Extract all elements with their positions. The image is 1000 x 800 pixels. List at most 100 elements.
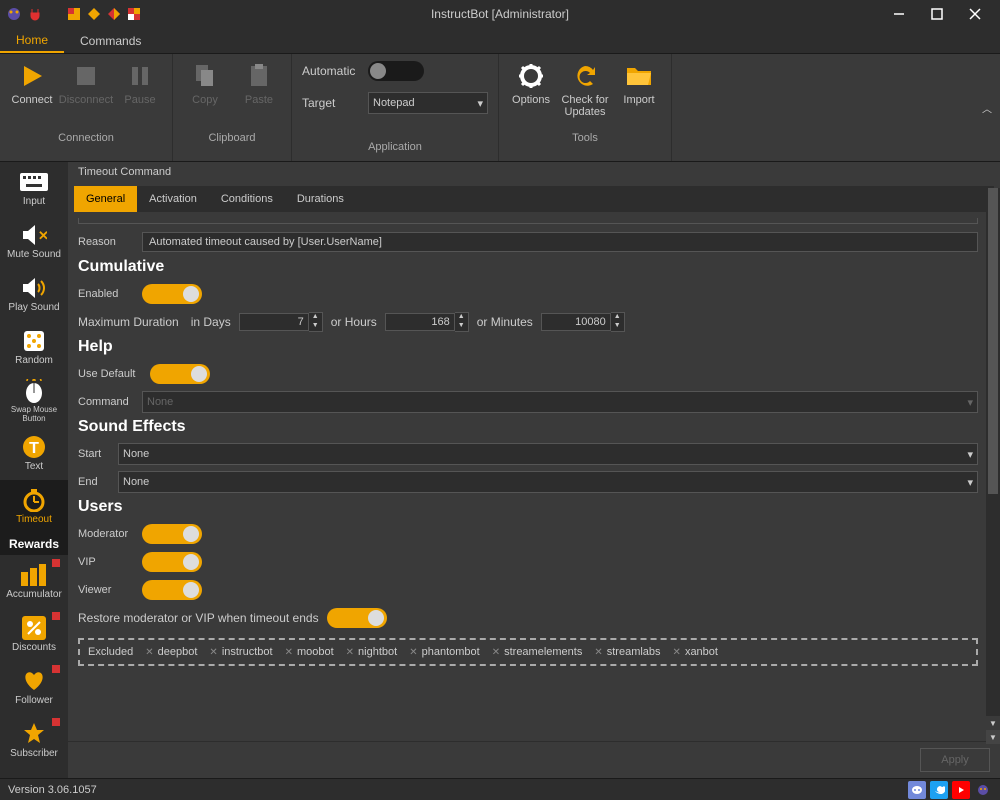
excluded-tag[interactable]: ✕deepbot: [145, 646, 197, 658]
badge-icon: [52, 718, 60, 726]
moderator-toggle[interactable]: [142, 524, 202, 544]
excluded-tag[interactable]: ✕moobot: [285, 646, 334, 658]
sidebar-item-swap-mouse[interactable]: Swap Mouse Button: [0, 374, 68, 427]
minutes-spinner[interactable]: ▲▼: [541, 312, 625, 332]
chevron-down-icon: ▾: [967, 476, 973, 489]
play-icon: [16, 60, 48, 92]
excluded-tag[interactable]: ✕streamlabs: [594, 646, 660, 658]
excluded-tag[interactable]: ✕xanbot: [673, 646, 718, 658]
end-label: End: [78, 476, 110, 488]
paste-icon: [243, 60, 275, 92]
stop-icon: [70, 60, 102, 92]
hours-spinner[interactable]: ▲▼: [385, 312, 469, 332]
discord-icon[interactable]: [908, 781, 926, 799]
end-select[interactable]: None▾: [118, 471, 978, 493]
minimize-button[interactable]: [880, 0, 918, 28]
excluded-box[interactable]: Excluded ✕deepbot ✕instructbot ✕moobot ✕nig…: [78, 638, 978, 666]
close-button[interactable]: [956, 0, 994, 28]
viewer-toggle[interactable]: [142, 580, 202, 600]
sidebar-item-subscriber[interactable]: Subscriber: [0, 714, 68, 767]
gear-icon: [515, 60, 547, 92]
excluded-tag[interactable]: ✕phantombot: [409, 646, 480, 658]
remove-tag-icon[interactable]: ✕: [346, 647, 354, 658]
titlebar: InstructBot [Administrator]: [0, 0, 1000, 28]
svg-text:T: T: [29, 440, 39, 457]
target-select[interactable]: Notepad▾: [368, 92, 488, 114]
group-connection-label: Connection: [6, 128, 166, 148]
qa-icon-4[interactable]: [126, 6, 142, 22]
remove-tag-icon[interactable]: ✕: [409, 647, 417, 658]
enabled-toggle[interactable]: [142, 284, 202, 304]
start-select[interactable]: None▾: [118, 443, 978, 465]
qa-icon-3[interactable]: [106, 6, 122, 22]
sidebar-item-random[interactable]: Random: [0, 321, 68, 374]
tab-commands[interactable]: Commands: [64, 28, 157, 53]
qa-icon-1[interactable]: [66, 6, 82, 22]
restore-toggle[interactable]: [327, 608, 387, 628]
disconnect-button: Disconnect: [60, 56, 112, 128]
start-label: Start: [78, 448, 110, 460]
youtube-icon[interactable]: [952, 781, 970, 799]
sidebar-item-mute-sound[interactable]: ✕ Mute Sound: [0, 215, 68, 268]
excluded-tag[interactable]: ✕nightbot: [346, 646, 398, 658]
text-icon: T: [20, 435, 48, 459]
remove-tag-icon[interactable]: ✕: [492, 647, 500, 658]
folder-icon: [623, 60, 655, 92]
remove-tag-icon[interactable]: ✕: [285, 647, 293, 658]
target-label: Target: [302, 96, 356, 110]
subtab-activation[interactable]: Activation: [137, 186, 209, 212]
import-button[interactable]: Import: [613, 56, 665, 128]
pause-button: Pause: [114, 56, 166, 128]
excluded-tag[interactable]: ✕streamelements: [492, 646, 583, 658]
use-default-toggle[interactable]: [150, 364, 210, 384]
cumulative-header: Cumulative: [78, 258, 978, 276]
mouse-icon: [20, 379, 48, 403]
bot-icon[interactable]: [974, 781, 992, 799]
subtabs: General Activation Conditions Durations: [74, 186, 994, 212]
subtab-conditions[interactable]: Conditions: [209, 186, 285, 212]
connect-button[interactable]: Connect: [6, 56, 58, 128]
reason-input[interactable]: [142, 232, 978, 252]
automatic-toggle[interactable]: [368, 61, 424, 81]
remove-tag-icon[interactable]: ✕: [145, 647, 153, 658]
qa-icon-2[interactable]: [86, 6, 102, 22]
tab-home[interactable]: Home: [0, 28, 64, 53]
sidebar-item-follower[interactable]: Follower: [0, 661, 68, 714]
refresh-icon: [569, 60, 601, 92]
subtab-general[interactable]: General: [74, 186, 137, 212]
twitter-icon[interactable]: [930, 781, 948, 799]
excluded-tag[interactable]: ✕instructbot: [209, 646, 272, 658]
subtab-durations[interactable]: Durations: [285, 186, 356, 212]
scroll-thumb[interactable]: [988, 188, 998, 494]
sidebar-header-rewards: Rewards: [0, 533, 68, 555]
main-tabbar: Home Commands: [0, 28, 1000, 54]
remove-tag-icon[interactable]: ✕: [594, 647, 602, 658]
check-updates-button[interactable]: Check for Updates: [559, 56, 611, 128]
sound-header: Sound Effects: [78, 418, 978, 436]
sidebar-item-text[interactable]: T Text: [0, 427, 68, 480]
excluded-label: Excluded: [88, 646, 133, 658]
statusbar: Version 3.06.1057: [0, 778, 1000, 800]
reason-label: Reason: [78, 236, 134, 248]
automatic-label: Automatic: [302, 64, 356, 78]
sidebar-item-discounts[interactable]: Discounts: [0, 608, 68, 661]
apply-button[interactable]: Apply: [920, 748, 990, 772]
vertical-scrollbar[interactable]: ▼ ▼: [986, 188, 1000, 744]
sidebar-item-accumulator[interactable]: Accumulator: [0, 555, 68, 608]
sidebar-item-play-sound[interactable]: Play Sound: [0, 268, 68, 321]
vip-toggle[interactable]: [142, 552, 202, 572]
scroll-down-icon[interactable]: ▼: [986, 716, 1000, 730]
options-button[interactable]: Options: [505, 56, 557, 128]
scroll-down-icon[interactable]: ▼: [986, 730, 1000, 744]
dice-icon: [20, 329, 48, 353]
days-spinner[interactable]: ▲▼: [239, 312, 323, 332]
collapse-ribbon-icon[interactable]: ︿: [982, 100, 992, 115]
command-select[interactable]: None▾: [142, 391, 978, 413]
sidebar-item-input[interactable]: Input: [0, 162, 68, 215]
remove-tag-icon[interactable]: ✕: [209, 647, 217, 658]
maximize-button[interactable]: [918, 0, 956, 28]
chevron-down-icon: ▾: [967, 396, 973, 409]
sidebar-item-timeout[interactable]: Timeout: [0, 480, 68, 533]
remove-tag-icon[interactable]: ✕: [673, 647, 681, 658]
star-icon: [20, 722, 48, 746]
